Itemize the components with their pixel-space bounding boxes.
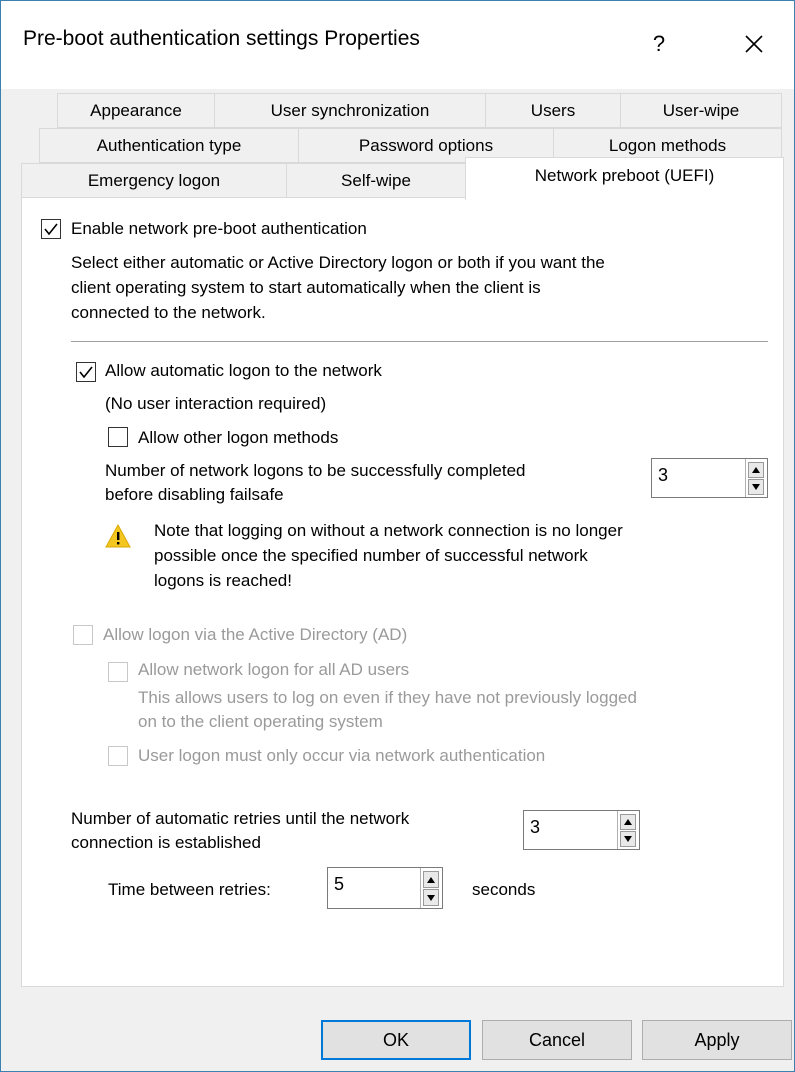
description-line: Select either automatic or Active Direct…: [71, 253, 605, 272]
spinner-buttons: [617, 811, 639, 849]
time-unit-label: seconds: [472, 880, 536, 899]
retries-spinner[interactable]: 3: [523, 810, 640, 850]
tab-user-synchronization[interactable]: User synchronization: [214, 93, 486, 128]
arrow-up-icon: [752, 467, 760, 473]
retries-value[interactable]: 3: [530, 817, 540, 838]
failsafe-count-value[interactable]: 3: [658, 465, 668, 486]
time-between-retries-spinner[interactable]: 5: [327, 867, 443, 909]
enable-network-pba-checkbox[interactable]: [41, 219, 61, 239]
tab-self-wipe[interactable]: Self-wipe: [286, 163, 466, 199]
other-logon-methods-checkbox[interactable]: [108, 427, 128, 447]
title-bar[interactable]: Pre-boot authentication settings Propert…: [1, 1, 794, 89]
warning-icon: [105, 524, 131, 548]
ad-all-users-desc: This allows users to log on even if they…: [138, 688, 637, 707]
warning-text: possible once the specified number of su…: [154, 546, 588, 565]
failsafe-count-spinner[interactable]: 3: [651, 458, 768, 498]
arrow-down-icon: [427, 894, 435, 901]
spin-down-button[interactable]: [748, 479, 764, 495]
spin-up-button[interactable]: [620, 814, 636, 830]
warning-text: Note that logging on without a network c…: [154, 521, 623, 540]
description-line: client operating system to start automat…: [71, 278, 541, 297]
spin-up-button[interactable]: [423, 871, 439, 888]
auto-logon-sublabel: (No user interaction required): [105, 394, 327, 413]
warning-text: logons is reached!: [154, 571, 292, 590]
tab-appearance[interactable]: Appearance: [57, 93, 215, 128]
time-between-retries-label: Time between retries:: [108, 880, 271, 899]
spin-down-button[interactable]: [423, 889, 439, 906]
spinner-buttons: [420, 868, 442, 908]
spin-down-button[interactable]: [620, 831, 636, 847]
other-logon-methods-label: Allow other logon methods: [138, 428, 339, 447]
help-button[interactable]: ?: [629, 15, 689, 73]
ad-network-only-label: User logon must only occur via network a…: [138, 746, 546, 765]
close-icon: [745, 35, 763, 53]
cancel-button[interactable]: Cancel: [482, 1020, 632, 1060]
ad-logon-checkbox[interactable]: [73, 625, 93, 645]
arrow-down-icon: [624, 836, 632, 842]
auto-logon-checkbox[interactable]: [76, 362, 96, 382]
retries-label: connection is established: [71, 833, 261, 852]
close-button[interactable]: [719, 15, 789, 73]
arrow-up-icon: [624, 819, 632, 825]
ad-all-users-label: Allow network logon for all AD users: [138, 660, 410, 679]
window-title: Pre-boot authentication settings Propert…: [23, 27, 420, 50]
tab-network-preboot[interactable]: Network preboot (UEFI): [465, 157, 784, 200]
spinner-buttons: [745, 459, 767, 497]
auto-logon-label: Allow automatic logon to the network: [105, 361, 382, 380]
properties-dialog: Pre-boot authentication settings Propert…: [0, 0, 795, 1072]
apply-button[interactable]: Apply: [642, 1020, 792, 1060]
separator: [71, 341, 768, 342]
ad-all-users-checkbox[interactable]: [108, 662, 128, 682]
tab-user-wipe[interactable]: User-wipe: [620, 93, 782, 128]
ok-button[interactable]: OK: [321, 1020, 471, 1060]
enable-network-pba-label: Enable network pre-boot authentication: [71, 219, 367, 238]
arrow-down-icon: [752, 484, 760, 490]
description-line: connected to the network.: [71, 303, 266, 322]
tab-emergency-logon[interactable]: Emergency logon: [21, 163, 287, 199]
tab-users[interactable]: Users: [485, 93, 621, 128]
ad-logon-label: Allow logon via the Active Directory (AD…: [103, 625, 408, 644]
failsafe-label: before disabling failsafe: [105, 485, 284, 504]
checkmark-icon: [44, 223, 58, 236]
ad-all-users-desc: on to the client operating system: [138, 712, 383, 731]
retries-label: Number of automatic retries until the ne…: [71, 809, 410, 828]
spin-up-button[interactable]: [748, 462, 764, 478]
tab-authentication-type[interactable]: Authentication type: [39, 128, 299, 163]
checkmark-icon: [79, 366, 93, 379]
failsafe-label: Number of network logons to be successfu…: [105, 461, 526, 480]
arrow-up-icon: [427, 876, 435, 883]
time-between-retries-value[interactable]: 5: [334, 874, 344, 895]
ad-network-only-checkbox[interactable]: [108, 746, 128, 766]
